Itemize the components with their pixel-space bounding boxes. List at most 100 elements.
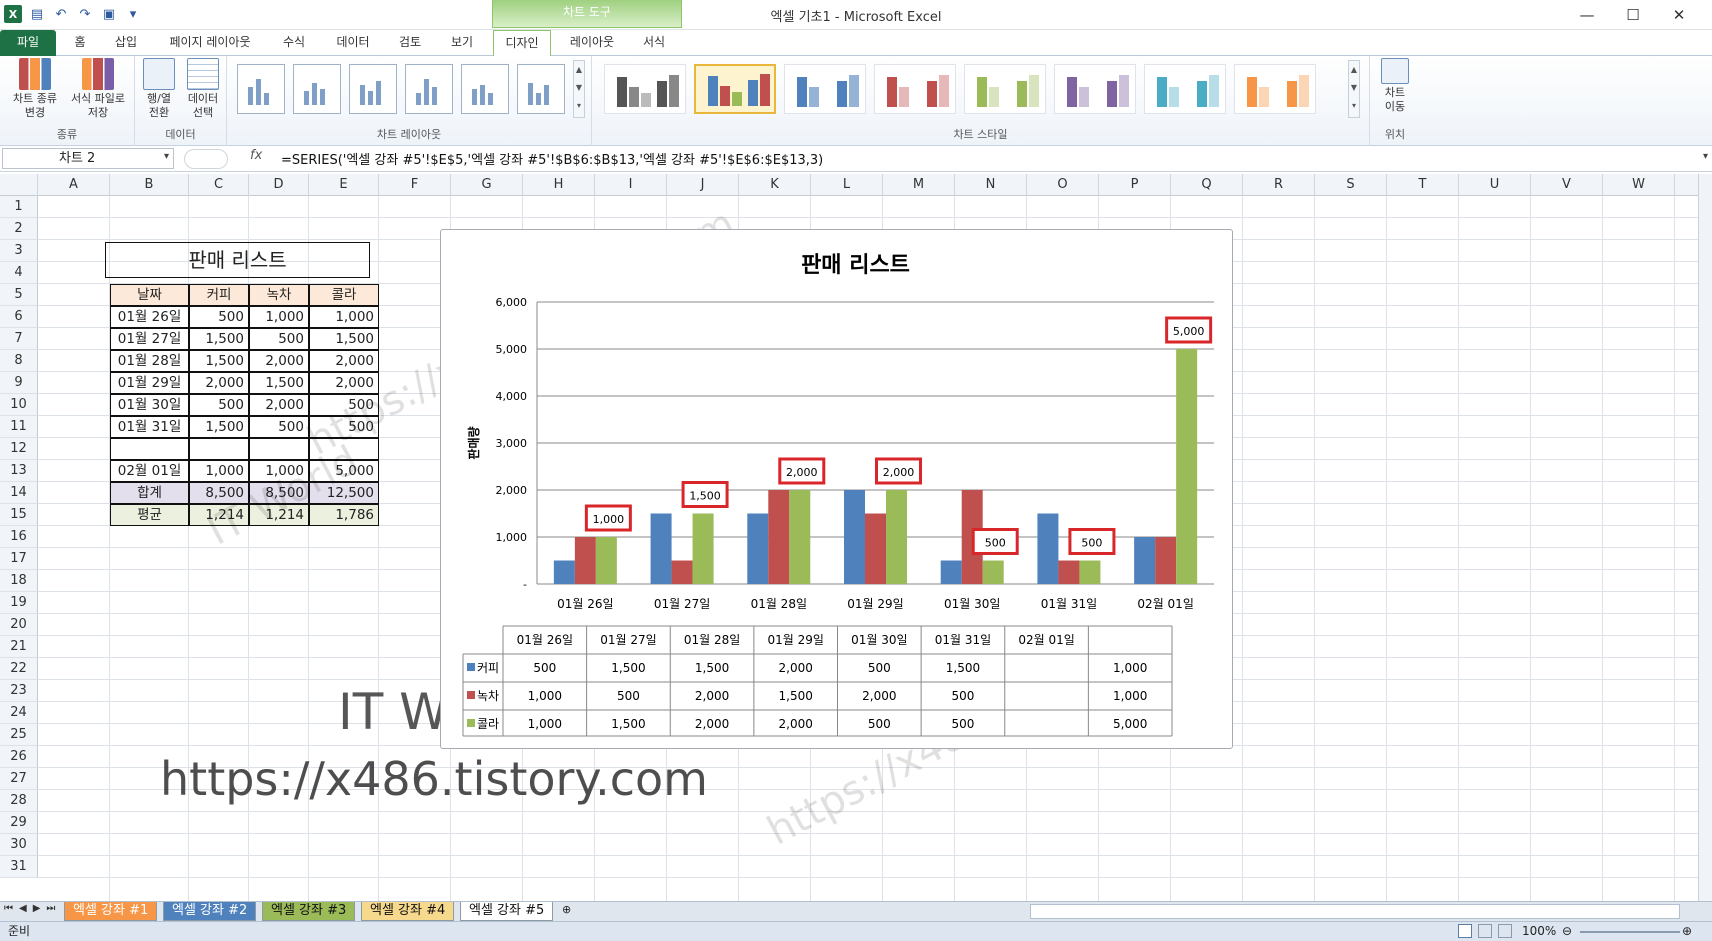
select-data-button[interactable]: 데이터 선택 bbox=[181, 58, 225, 120]
table-row-2-1[interactable]: 1,500 bbox=[189, 328, 249, 350]
tab-design[interactable]: 디자인 bbox=[493, 30, 551, 57]
chart-style-5[interactable] bbox=[964, 64, 1046, 114]
formula-bar-expand-icon[interactable]: ▾ bbox=[1703, 151, 1708, 162]
row-header-23[interactable]: 23 bbox=[0, 680, 38, 702]
chart-style-3[interactable] bbox=[784, 64, 866, 114]
table-header-0[interactable]: 날짜 bbox=[110, 284, 189, 306]
column-header-G[interactable]: G bbox=[451, 174, 523, 196]
column-header-E[interactable]: E bbox=[309, 174, 379, 196]
tab-formulas[interactable]: 수식 bbox=[272, 30, 316, 56]
chart-style-7[interactable] bbox=[1144, 64, 1226, 114]
row-header-14[interactable]: 14 bbox=[0, 482, 38, 504]
column-header-P[interactable]: P bbox=[1099, 174, 1171, 196]
table-row-2-3[interactable]: 1,500 bbox=[309, 328, 379, 350]
table-header-1[interactable]: 커피 bbox=[189, 284, 249, 306]
minimize-icon[interactable]: — bbox=[1564, 2, 1610, 28]
table-row-7-2[interactable] bbox=[249, 438, 309, 460]
row-header-6[interactable]: 6 bbox=[0, 306, 38, 328]
table-row-1-0[interactable]: 01월 26일 bbox=[110, 306, 189, 328]
table-row-7-1[interactable] bbox=[189, 438, 249, 460]
tab-file[interactable]: 파일 bbox=[0, 30, 56, 56]
chart-layout-2[interactable] bbox=[293, 64, 341, 114]
row-header-27[interactable]: 27 bbox=[0, 768, 38, 790]
column-header-H[interactable]: H bbox=[523, 174, 595, 196]
table-sum-row-0[interactable]: 합계 bbox=[110, 482, 189, 504]
close-icon[interactable]: ✕ bbox=[1656, 2, 1702, 28]
table-row-5-0[interactable]: 01월 30일 bbox=[110, 394, 189, 416]
maximize-icon[interactable]: ☐ bbox=[1610, 2, 1656, 28]
sheet-tab-3[interactable]: 엑셀 강좌 #3 bbox=[262, 902, 356, 921]
column-header-J[interactable]: J bbox=[667, 174, 739, 196]
row-header-13[interactable]: 13 bbox=[0, 460, 38, 482]
table-row-4-2[interactable]: 1,500 bbox=[249, 372, 309, 394]
column-header-O[interactable]: O bbox=[1027, 174, 1099, 196]
chart-style-6[interactable] bbox=[1054, 64, 1136, 114]
vertical-scrollbar[interactable] bbox=[1698, 174, 1712, 902]
row-header-5[interactable]: 5 bbox=[0, 284, 38, 306]
column-header-S[interactable]: S bbox=[1315, 174, 1387, 196]
select-all-corner[interactable] bbox=[0, 174, 38, 196]
move-chart-button[interactable]: 차트 이동 bbox=[1378, 58, 1412, 114]
column-header-Q[interactable]: Q bbox=[1171, 174, 1243, 196]
table-row-7-0[interactable] bbox=[110, 438, 189, 460]
row-header-26[interactable]: 26 bbox=[0, 746, 38, 768]
table-row-2-2[interactable]: 500 bbox=[249, 328, 309, 350]
table-row-5-1[interactable]: 500 bbox=[189, 394, 249, 416]
chart-style-4[interactable] bbox=[874, 64, 956, 114]
row-header-2[interactable]: 2 bbox=[0, 218, 38, 240]
tab-view[interactable]: 보기 bbox=[442, 30, 482, 56]
row-header-17[interactable]: 17 bbox=[0, 548, 38, 570]
row-header-24[interactable]: 24 bbox=[0, 702, 38, 724]
normal-view-icon[interactable] bbox=[1458, 924, 1472, 938]
row-header-31[interactable]: 31 bbox=[0, 856, 38, 878]
tab-format[interactable]: 서식 bbox=[632, 30, 676, 56]
zoom-level[interactable]: 100% bbox=[1522, 922, 1556, 941]
row-header-3[interactable]: 3 bbox=[0, 240, 38, 262]
zoom-in-icon[interactable]: ⊕ bbox=[1682, 922, 1692, 941]
tab-data[interactable]: 데이터 bbox=[328, 30, 378, 56]
column-header-D[interactable]: D bbox=[249, 174, 309, 196]
column-header-A[interactable]: A bbox=[38, 174, 110, 196]
row-header-18[interactable]: 18 bbox=[0, 570, 38, 592]
row-header-7[interactable]: 7 bbox=[0, 328, 38, 350]
row-header-19[interactable]: 19 bbox=[0, 592, 38, 614]
formula-input[interactable]: =SERIES('엑셀 강좌 #5'!$E$5,'엑셀 강좌 #5'!$B$6:… bbox=[281, 149, 823, 168]
column-header-K[interactable]: K bbox=[739, 174, 811, 196]
column-header-B[interactable]: B bbox=[110, 174, 189, 196]
page-layout-view-icon[interactable] bbox=[1478, 924, 1492, 938]
table-row-6-2[interactable]: 500 bbox=[249, 416, 309, 438]
insert-sheet-icon[interactable]: ⊕ bbox=[562, 903, 571, 916]
tab-home[interactable]: 홈 bbox=[62, 30, 98, 56]
zoom-out-icon[interactable]: ⊖ bbox=[1562, 922, 1572, 941]
table-row-2-0[interactable]: 01월 27일 bbox=[110, 328, 189, 350]
formula-expand-handle[interactable] bbox=[184, 149, 228, 169]
table-row-8-0[interactable]: 02월 01일 bbox=[110, 460, 189, 482]
table-row-3-1[interactable]: 1,500 bbox=[189, 350, 249, 372]
switch-row-column-button[interactable]: 행/열 전환 bbox=[139, 58, 179, 120]
column-header-L[interactable]: L bbox=[811, 174, 883, 196]
table-header-2[interactable]: 녹차 bbox=[249, 284, 309, 306]
column-header-N[interactable]: N bbox=[955, 174, 1027, 196]
row-header-29[interactable]: 29 bbox=[0, 812, 38, 834]
table-row-4-1[interactable]: 2,000 bbox=[189, 372, 249, 394]
name-box-dropdown-icon[interactable]: ▾ bbox=[164, 151, 169, 162]
column-header-R[interactable]: R bbox=[1243, 174, 1315, 196]
table-row-1-1[interactable]: 500 bbox=[189, 306, 249, 328]
row-header-16[interactable]: 16 bbox=[0, 526, 38, 548]
chart-layout-3[interactable] bbox=[349, 64, 397, 114]
table-row-8-1[interactable]: 1,000 bbox=[189, 460, 249, 482]
table-row-3-2[interactable]: 2,000 bbox=[249, 350, 309, 372]
row-header-11[interactable]: 11 bbox=[0, 416, 38, 438]
table-row-4-0[interactable]: 01월 29일 bbox=[110, 372, 189, 394]
sheet-nav-arrows[interactable]: ⏮◀▶⏭ bbox=[4, 903, 61, 914]
name-box[interactable]: 차트 2 bbox=[2, 148, 174, 169]
tab-insert[interactable]: 삽입 bbox=[104, 30, 148, 56]
sheet-tab-1[interactable]: 엑셀 강좌 #1 bbox=[64, 902, 158, 921]
sheet-tab-5-active[interactable]: 엑셀 강좌 #5 bbox=[460, 902, 554, 921]
row-header-30[interactable]: 30 bbox=[0, 834, 38, 856]
layout-gallery-scroll[interactable]: ▲ ▼ ▾ bbox=[573, 60, 585, 118]
chart-layout-5[interactable] bbox=[461, 64, 509, 114]
sheet-tab-4[interactable]: 엑셀 강좌 #4 bbox=[361, 902, 455, 921]
row-header-1[interactable]: 1 bbox=[0, 196, 38, 218]
row-header-15[interactable]: 15 bbox=[0, 504, 38, 526]
